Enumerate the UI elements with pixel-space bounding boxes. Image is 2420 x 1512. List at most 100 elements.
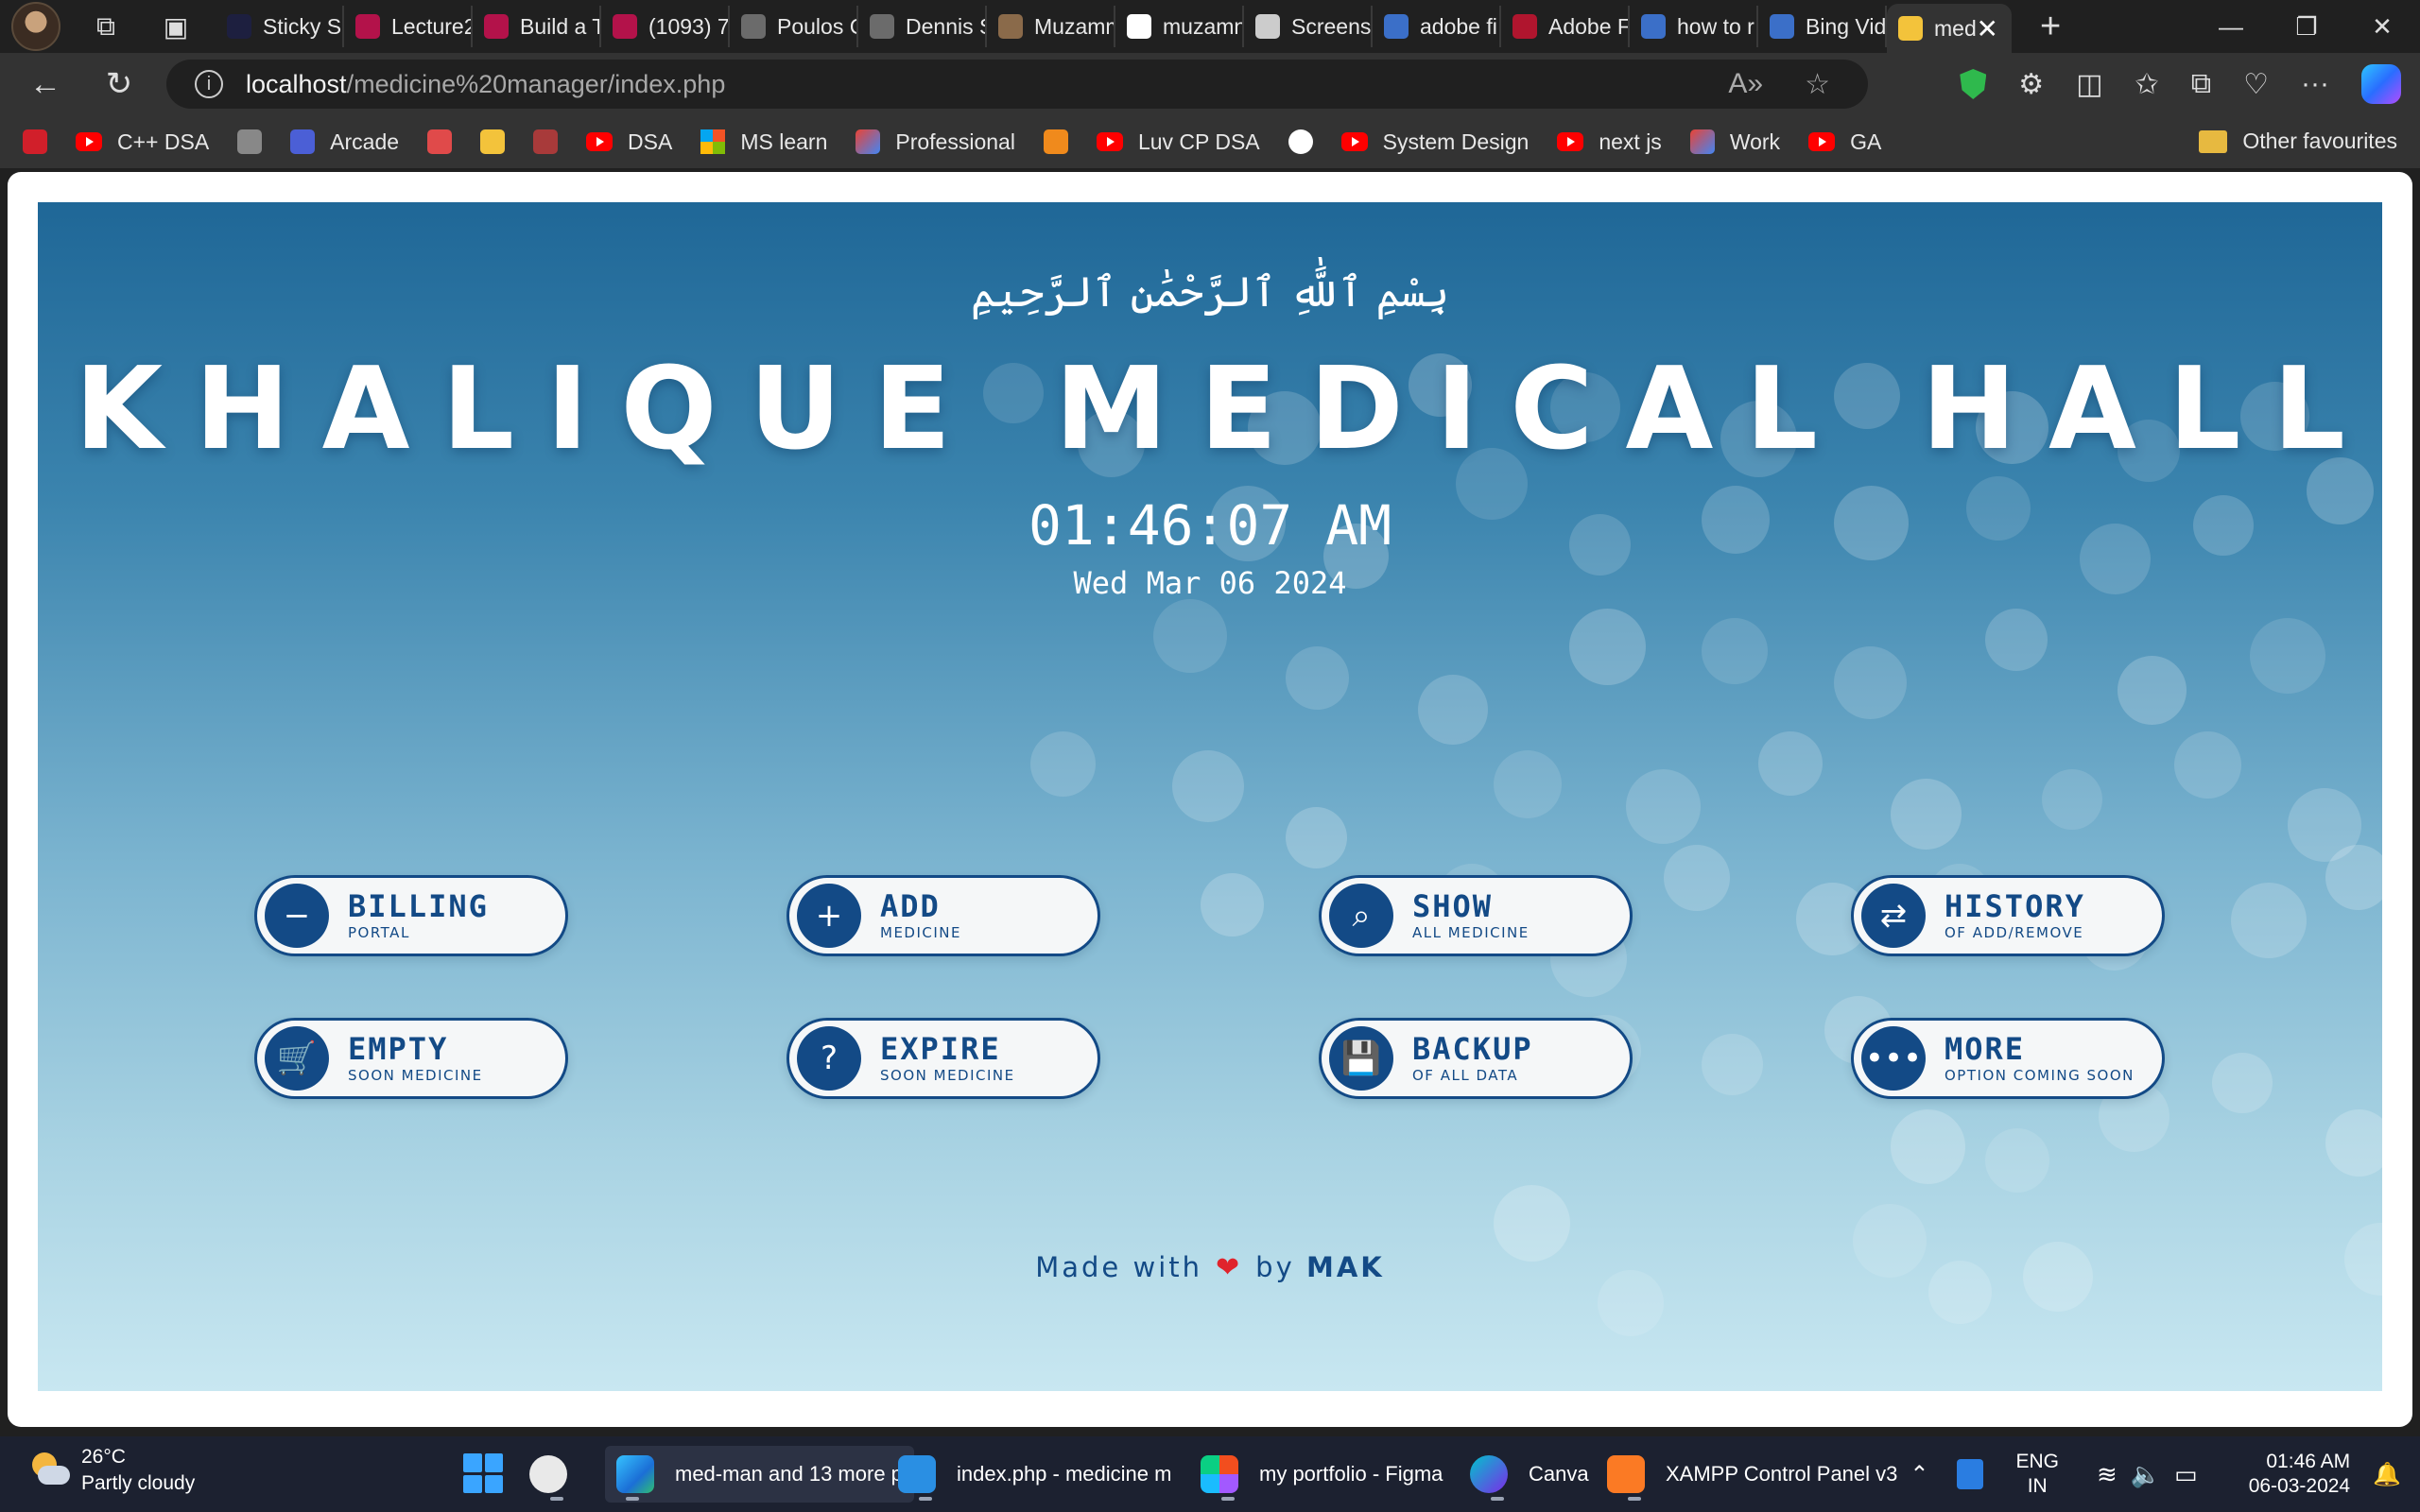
expire-button[interactable]: ? EXPIRE SOON MEDICINE xyxy=(786,1018,1100,1099)
minimize-button[interactable]: — xyxy=(2193,0,2269,53)
bookmark-item[interactable] xyxy=(480,129,520,154)
backup-button[interactable]: 💾 BACKUP OF ALL DATA xyxy=(1319,1018,1633,1099)
other-favourites[interactable]: Other favourites xyxy=(2199,129,2397,154)
pill-decoration xyxy=(1030,731,1096,797)
new-tab-button[interactable]: + xyxy=(2040,7,2061,47)
close-window-button[interactable]: ✕ xyxy=(2344,0,2420,53)
bookmark-item[interactable] xyxy=(237,129,277,154)
tab[interactable]: Adobe F xyxy=(1501,6,1630,47)
page-title: KHALIQUE MEDICAL HALL xyxy=(75,344,2377,475)
tab-favicon xyxy=(484,14,509,39)
tray-chevron-icon[interactable]: ⌃ xyxy=(1910,1461,1928,1488)
bookmark-item[interactable]: next js xyxy=(1557,129,1662,155)
tab[interactable]: Bing Vid xyxy=(1758,6,1887,47)
tab[interactable]: Screens xyxy=(1244,6,1373,47)
taskbar-app-vscode[interactable]: index.php - medicine m xyxy=(898,1446,1171,1503)
bookmark-favicon xyxy=(533,129,559,154)
more-button[interactable]: ••• MORE OPTION COMING SOON xyxy=(1851,1018,2165,1099)
bookmark-item[interactable] xyxy=(427,129,467,154)
bookmark-item[interactable]: DSA xyxy=(586,129,672,155)
close-tab-icon[interactable]: ✕ xyxy=(1977,13,1998,44)
taskbar-app-canva[interactable]: Canva xyxy=(1470,1446,1589,1503)
tab-title: Sticky Sc xyxy=(263,13,342,39)
youtube-icon xyxy=(586,132,614,151)
taskbar-app-figma[interactable]: my portfolio - Figma xyxy=(1201,1446,1443,1503)
bookmark-favicon xyxy=(237,129,263,154)
tab[interactable]: muzamn xyxy=(1115,6,1244,47)
button-label: SHOW xyxy=(1412,888,1494,924)
taskbar-app-clock[interactable] xyxy=(529,1446,588,1503)
favorite-star-icon[interactable]: ☆ xyxy=(1805,68,1830,101)
tab[interactable]: Sticky Sc xyxy=(216,6,344,47)
show-button[interactable]: ⌕ SHOW ALL MEDICINE xyxy=(1319,875,1633,956)
tab[interactable]: Muzamm xyxy=(987,6,1115,47)
windows-start-icon[interactable] xyxy=(463,1453,503,1493)
billing-button[interactable]: − BILLING PORTAL xyxy=(254,875,568,956)
history-button[interactable]: ⇄ HISTORY OF ADD/REMOVE xyxy=(1851,875,2165,956)
bookmark-item[interactable]: GA xyxy=(1808,129,1881,155)
tab-actions-icon[interactable]: ▣ xyxy=(157,8,195,45)
performance-icon[interactable]: ♡ xyxy=(2243,68,2269,101)
pill-decoration xyxy=(2325,1109,2382,1177)
button-label: HISTORY xyxy=(1945,888,2085,924)
bookmark-item[interactable] xyxy=(23,129,62,154)
weather-widget[interactable]: 26°C Partly cloudy xyxy=(26,1444,195,1497)
tab[interactable]: how to r xyxy=(1630,6,1758,47)
refresh-button[interactable]: ↻ xyxy=(96,61,142,107)
back-button[interactable]: ← xyxy=(23,61,68,107)
pill-decoration xyxy=(2174,731,2241,799)
restore-button[interactable]: ❐ xyxy=(2269,0,2344,53)
tab[interactable]: (1093) 7 xyxy=(601,6,730,47)
tab-active[interactable]: med ✕ xyxy=(1887,4,2012,53)
workspaces-icon[interactable]: ⧉ xyxy=(87,8,125,45)
bookmark-item[interactable]: Luv CP DSA xyxy=(1096,129,1260,155)
taskbar-app-edge[interactable]: med-man and 13 more p xyxy=(605,1446,914,1503)
tab-title: how to r xyxy=(1677,13,1754,39)
tab[interactable]: Lecture2 xyxy=(344,6,473,47)
language-indicator[interactable]: ENG IN xyxy=(2015,1450,2059,1499)
notification-bell-icon[interactable]: 🔔 xyxy=(2373,1461,2401,1488)
empty-button[interactable]: 🛒 EMPTY SOON MEDICINE xyxy=(254,1018,568,1099)
tab[interactable]: adobe fi xyxy=(1373,6,1501,47)
tab[interactable]: Poulos C xyxy=(730,6,858,47)
bookmark-item[interactable]: Professional xyxy=(856,129,1015,155)
shield-extension-icon[interactable] xyxy=(1960,69,1987,99)
profile-avatar[interactable] xyxy=(11,2,60,51)
tab[interactable]: Dennis S xyxy=(858,6,987,47)
tab[interactable]: Build a T xyxy=(473,6,601,47)
bookmark-item[interactable] xyxy=(1288,129,1328,154)
copilot-icon[interactable] xyxy=(2361,64,2401,104)
figma-icon xyxy=(1201,1455,1238,1493)
tab-title: adobe fi xyxy=(1420,13,1497,39)
bookmark-item[interactable]: C++ DSA xyxy=(76,129,209,155)
button-label: EXPIRE xyxy=(880,1031,1001,1067)
tab-favicon xyxy=(741,14,766,39)
add-button[interactable]: + ADD MEDICINE xyxy=(786,875,1100,956)
bookmark-item[interactable]: Work xyxy=(1689,129,1780,155)
bookmark-item[interactable]: MS learn xyxy=(700,129,827,155)
collections-icon[interactable]: ⧉ xyxy=(2191,68,2211,100)
plus-icon: + xyxy=(797,884,861,948)
tab-title: Muzamm xyxy=(1034,13,1114,39)
network-volume-battery-icons[interactable]: ≋🔈▭ xyxy=(2097,1460,2211,1489)
more-menu-icon[interactable]: ··· xyxy=(2301,68,2329,100)
extensions-icon[interactable]: ⚙ xyxy=(2018,68,2044,101)
tab-title: muzamn xyxy=(1163,13,1242,39)
footer-credit: Made with ❤ by MAK xyxy=(38,1251,2382,1284)
taskbar-clock[interactable]: 01:46 AM 06-03-2024 xyxy=(2249,1450,2350,1499)
split-screen-icon[interactable]: ◫ xyxy=(2076,68,2102,101)
bookmark-item[interactable]: System Design xyxy=(1340,129,1529,155)
taskbar-app-xampp[interactable]: XAMPP Control Panel v3 xyxy=(1607,1446,1897,1503)
gmail-icon xyxy=(1689,129,1715,154)
address-bar[interactable]: i localhost /medicine%20manager/index.ph… xyxy=(166,60,1868,109)
pill-decoration xyxy=(2212,1053,2273,1113)
read-aloud-icon[interactable]: A» xyxy=(1728,68,1763,101)
site-info-icon[interactable]: i xyxy=(195,70,223,98)
bookmark-label: GA xyxy=(1850,129,1882,154)
bookmark-item[interactable] xyxy=(1043,129,1083,154)
favorites-icon[interactable]: ✩ xyxy=(2135,68,2159,101)
defender-icon[interactable] xyxy=(1957,1459,1984,1489)
bookmark-item[interactable] xyxy=(533,129,573,154)
bookmark-item[interactable]: Arcade xyxy=(290,129,399,155)
bookmark-favicon xyxy=(23,129,47,154)
